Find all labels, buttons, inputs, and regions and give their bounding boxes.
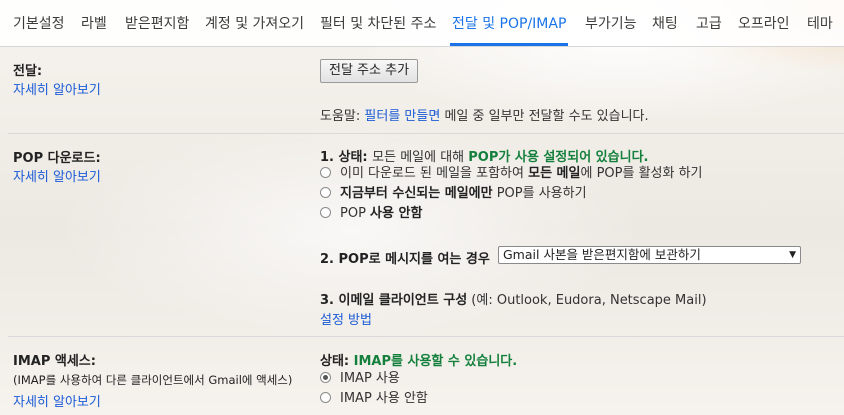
forwarding-learn-more-link[interactable]: 자세히 알아보기 [13, 79, 101, 98]
section-divider [8, 336, 844, 337]
pop-status: 1. 상태: 모든 메일에 대해 POP가 사용 설정되어 있습니다. [320, 150, 649, 165]
imap-enable-radio[interactable] [320, 372, 331, 383]
pop-new-mail-radio[interactable] [320, 187, 331, 198]
tab-labels[interactable]: 라벨 [81, 0, 107, 46]
tab-inbox[interactable]: 받은편지함 [125, 0, 189, 46]
email-client-config: 3. 이메일 클라이언트 구성 (예: Outlook, Eudora, Net… [320, 293, 707, 308]
imap-option-disable[interactable]: IMAP 사용 안함 [320, 390, 428, 408]
pop-learn-more-link[interactable]: 자세히 알아보기 [13, 166, 101, 185]
forwarding-label: 전달: [13, 64, 43, 79]
pop-option-new-mail[interactable]: 지금부터 수신되는 메일에만 POP를 사용하기 [320, 185, 587, 203]
tab-forwarding-pop-imap[interactable]: 전달 및 POP/IMAP [449, 0, 569, 46]
section-divider [8, 133, 844, 134]
dropdown-arrow-icon: ▼ [789, 250, 796, 260]
imap-status-value: IMAP를 사용할 수 있습니다. [353, 354, 518, 369]
pop-option-disable[interactable]: POP 사용 안함 [320, 205, 422, 223]
settings-tabs: 기본설정 라벨 받은편지함 계정 및 가져오기 필터 및 차단된 주소 전달 및… [0, 0, 844, 47]
add-forwarding-address-button[interactable]: 전달 주소 추가 [320, 59, 419, 83]
imap-option-enable[interactable]: IMAP 사용 [320, 370, 400, 388]
setup-instructions-link[interactable]: 설정 방법 [320, 309, 372, 328]
pop-all-mail-radio[interactable] [320, 167, 331, 178]
pop-download-label: POP 다운로드: [13, 151, 101, 166]
pop-option-all-mail[interactable]: 이미 다운로드 된 메일을 포함하여 모든 메일에 POP를 활성화 하기 [320, 165, 703, 183]
forwarding-tip: 도움말: 필터를 만들면 메일 중 일부만 전달할 수도 있습니다. [320, 109, 649, 124]
tab-themes[interactable]: 테마 [807, 0, 833, 46]
imap-access-label: IMAP 액세스: [13, 354, 96, 369]
tab-addons[interactable]: 부가기능 [585, 0, 637, 46]
tab-offline[interactable]: 오프라인 [738, 0, 790, 46]
tab-chat[interactable]: 채팅 [652, 0, 678, 46]
pop-disable-radio[interactable] [320, 207, 331, 218]
create-filter-link[interactable]: 필터를 만들면 [364, 109, 440, 124]
imap-sublabel: (IMAP를 사용하여 다른 클라이언트에서 Gmail에 액세스) [13, 373, 293, 387]
tab-advanced[interactable]: 고급 [696, 0, 722, 46]
pop-access-dropdown[interactable]: Gmail 사본을 받은편지함에 보관하기 ▼ [498, 246, 801, 264]
tab-general[interactable]: 기본설정 [13, 0, 65, 46]
pop-access-label: 2. POP로 메시지를 여는 경우 [320, 252, 490, 267]
imap-learn-more-link[interactable]: 자세히 알아보기 [13, 391, 101, 410]
imap-status: 상태: IMAP를 사용할 수 있습니다. [320, 354, 518, 369]
pop-status-value: POP가 사용 설정되어 있습니다. [468, 150, 649, 165]
tab-accounts[interactable]: 계정 및 가져오기 [205, 0, 304, 46]
tab-filters[interactable]: 필터 및 차단된 주소 [320, 0, 436, 46]
imap-disable-radio[interactable] [320, 392, 331, 403]
